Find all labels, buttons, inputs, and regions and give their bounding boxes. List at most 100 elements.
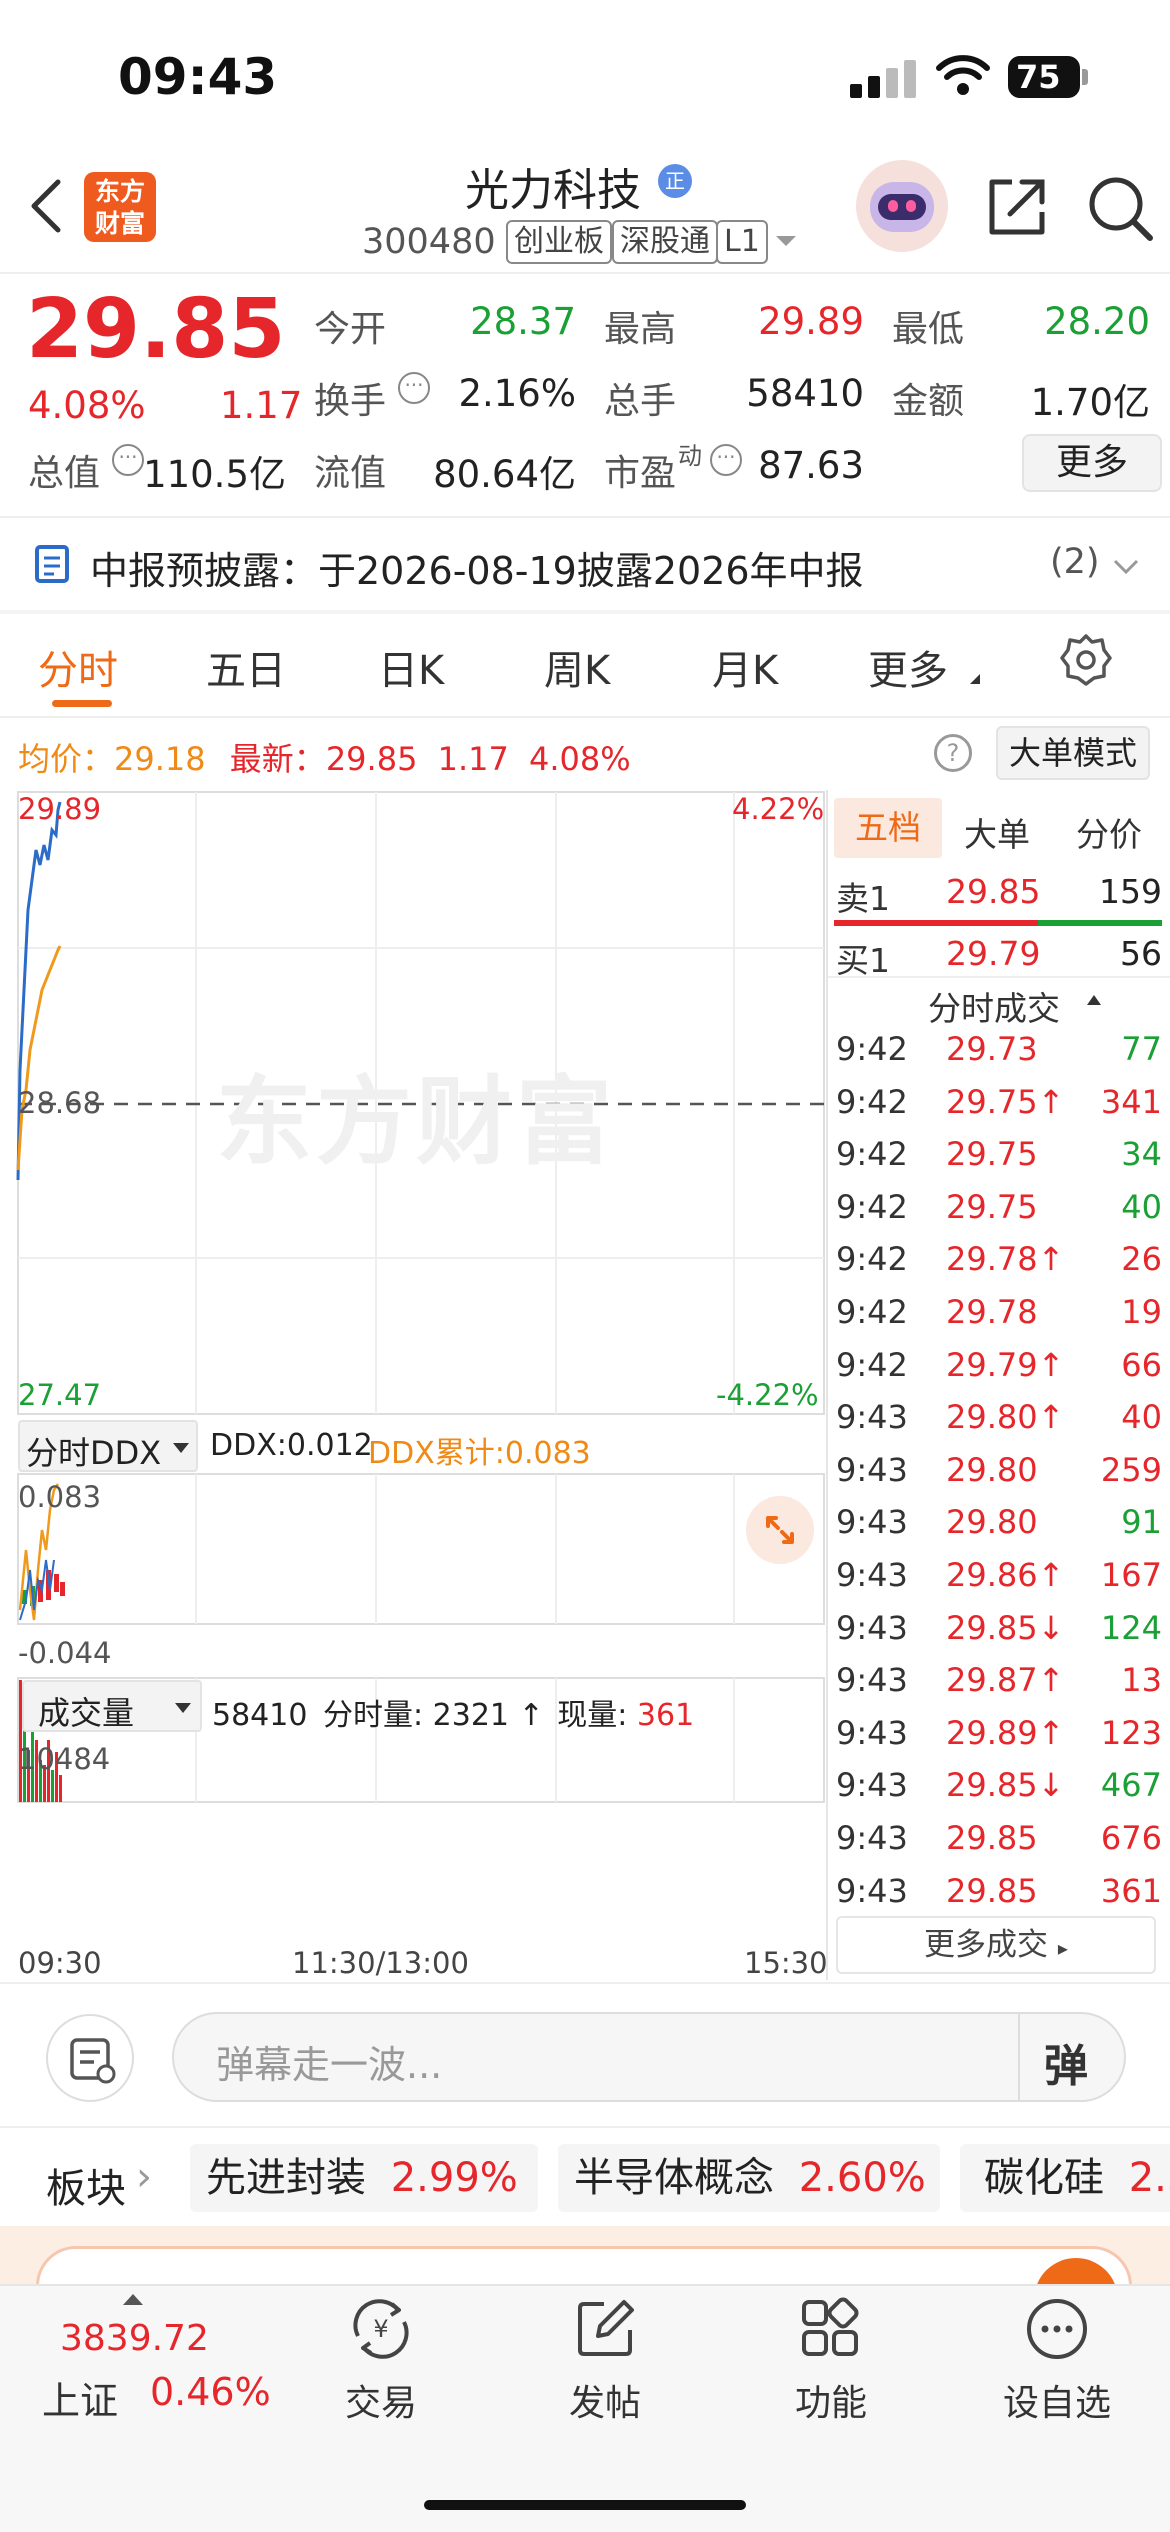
tick-volume: 91 — [1121, 1503, 1162, 1542]
nav-post[interactable]: 发帖 — [530, 2296, 680, 2426]
wifi-icon — [936, 55, 990, 95]
tick-price: 29.85 — [946, 1871, 1038, 1910]
latest-label: 最新： — [229, 740, 326, 778]
sector-chip[interactable]: 半导体概念 2.60% — [558, 2144, 940, 2212]
tick-time: 9:42 — [836, 1345, 908, 1384]
tab-intraday[interactable]: 分时 — [38, 638, 118, 696]
ddx-selector[interactable]: 分时DDX — [18, 1420, 198, 1472]
expand-icon[interactable] — [746, 1496, 814, 1564]
tab-monthly-k[interactable]: 月K — [712, 638, 778, 696]
tabs-divider — [0, 716, 1170, 718]
tick-time: 9:42 — [836, 1293, 908, 1331]
tick-price: 29.86↑ — [946, 1556, 1065, 1594]
x-label-midday: 11:30/13:00 — [292, 1946, 469, 1980]
tick-price: 29.80 — [946, 1450, 1038, 1489]
nav-trade-label: 交易 — [344, 2383, 417, 2424]
tab-large-orders[interactable]: 大单 — [964, 808, 1030, 856]
nav-features[interactable]: 功能 — [756, 2296, 906, 2426]
x-label-close: 15:30 — [744, 1946, 828, 1980]
promo-banner[interactable] — [0, 2226, 1170, 2286]
sort-up-icon — [1087, 995, 1101, 1005]
app-logo[interactable]: 东方 财富 — [84, 172, 156, 242]
more-button[interactable]: 更多 — [1022, 434, 1162, 492]
status-time: 09:43 — [118, 48, 278, 106]
tick-volume: 26 — [1121, 1240, 1162, 1279]
tab-five-levels[interactable]: 五档 — [834, 798, 942, 858]
intraday-chart[interactable] — [0, 790, 826, 1990]
tab-price-distribution[interactable]: 分价 — [1076, 808, 1142, 856]
share-icon[interactable] — [986, 176, 1048, 238]
info-icon[interactable]: ··· — [398, 372, 430, 404]
sell1-price: 29.85 — [946, 872, 1041, 911]
large-order-mode-button[interactable]: 大单模式 — [996, 726, 1150, 780]
tick-price: 29.80 — [946, 1503, 1038, 1542]
battery-icon: 75 — [1008, 56, 1088, 98]
triangle-icon — [970, 674, 980, 684]
tick-row: 9:43 29.80↑ 40 — [832, 1398, 1162, 1450]
nav-add-watchlist[interactable]: 设自选 — [982, 2296, 1132, 2426]
ddx-value: DDX:0.012 — [210, 1428, 373, 1463]
tag-shenzhen-connect: 深股通 — [612, 220, 718, 264]
sector-pct: 2.60% — [798, 2155, 926, 2201]
sector-pct: 2.3 — [1128, 2155, 1170, 2201]
more-ticks-button[interactable]: 更多成交 ▸ — [836, 1916, 1156, 1974]
tick-time: 9:42 — [836, 1240, 908, 1279]
volume-y-top: 10484 — [18, 1742, 111, 1776]
notice-text: 中报预披露：于2026-08-19披露2026年中报 — [90, 549, 864, 593]
tick-row: 9:42 29.73 77 — [832, 1030, 1162, 1082]
tick-time: 9:43 — [836, 1556, 908, 1594]
nav-trade[interactable]: ¥ 交易 — [306, 2296, 456, 2426]
tick-row: 9:42 29.75 40 — [832, 1188, 1162, 1240]
grid-icon — [802, 2297, 859, 2356]
tab-five-day[interactable]: 五日 — [206, 638, 286, 696]
notice-bar[interactable]: 中报预披露：于2026-08-19披露2026年中报 (2) — [0, 518, 1170, 610]
settings-gear-icon[interactable] — [1058, 632, 1114, 688]
sectors-label[interactable]: 板块 — [46, 2156, 126, 2214]
comment-list-icon[interactable] — [46, 2014, 134, 2102]
home-indicator — [424, 2500, 746, 2510]
open-value: 28.37 — [470, 300, 576, 343]
tab-more[interactable]: 更多 — [868, 638, 948, 696]
chevron-right-icon: ▸ — [1057, 1936, 1068, 1960]
search-icon[interactable] — [1086, 174, 1156, 244]
sector-name: 半导体概念 — [574, 2155, 774, 2201]
dropdown-icon — [173, 1443, 189, 1453]
chevron-down-icon[interactable] — [774, 234, 798, 250]
tab-daily-k[interactable]: 日K — [378, 638, 444, 696]
tab-weekly-k[interactable]: 周K — [544, 638, 610, 696]
tick-time: 9:43 — [836, 1503, 908, 1542]
up-arrow-icon: ↑ — [518, 1698, 544, 1733]
volume-selector[interactable]: 成交量 — [22, 1680, 202, 1732]
tick-row: 9:43 29.85 676 — [832, 1819, 1162, 1871]
current-volume: 361 — [636, 1698, 695, 1733]
robot-assistant-icon[interactable] — [856, 160, 948, 252]
ticks-title[interactable]: 分时成交 — [928, 982, 1060, 1030]
danmu-placeholder: 弹幕走一波... — [216, 2043, 443, 2087]
expand-up-icon[interactable] — [122, 2292, 144, 2306]
tick-price: 29.73 — [946, 1030, 1038, 1068]
sector-name: 碳化硅 — [984, 2155, 1104, 2201]
sector-chip[interactable]: 先进封装 2.99% — [190, 2144, 538, 2212]
danmu-input[interactable]: 弹幕走一波... 弹 — [172, 2012, 1126, 2102]
price-line — [16, 801, 62, 1181]
battery-level: 75 — [1016, 58, 1061, 96]
tick-price: 29.78↑ — [946, 1240, 1065, 1279]
stock-name: 光力科技 — [465, 165, 641, 216]
sector-chip[interactable]: 碳化硅 2.3 — [960, 2144, 1170, 2212]
tick-volume: 40 — [1121, 1187, 1162, 1226]
turnover-label: 换手 — [314, 381, 387, 422]
help-icon[interactable]: ? — [934, 734, 972, 772]
period-volume-label: 分时量: — [322, 1698, 424, 1733]
volume-selector-label: 成交量 — [38, 1694, 135, 1732]
tick-time: 9:42 — [836, 1030, 908, 1068]
back-icon[interactable] — [28, 178, 64, 234]
logo-line-1: 东方 — [94, 177, 145, 206]
info-icon[interactable]: ··· — [710, 444, 742, 476]
tick-row: 9:42 29.75↑ 341 — [832, 1083, 1162, 1135]
volume-total: 58410 — [212, 1698, 308, 1733]
float-cap-value: 80.64亿 — [433, 453, 576, 496]
danmu-toggle-icon[interactable]: 弹 — [1044, 2030, 1088, 2094]
svg-text:¥: ¥ — [373, 2315, 388, 2343]
tick-price: 29.78 — [946, 1293, 1038, 1331]
more-dots-icon — [1027, 2299, 1087, 2359]
